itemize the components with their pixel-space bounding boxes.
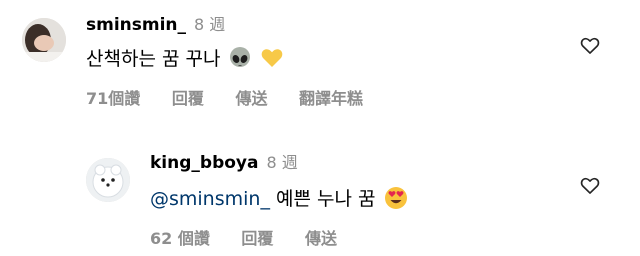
comment-body: 예쁜 누나 꿈 xyxy=(269,188,376,210)
heart-icon[interactable] xyxy=(580,176,600,196)
comment-reply: king_bboya 8 週 @sminsmin_ 예쁜 누나 꿈 62 個讚 回… xyxy=(0,140,640,256)
reply-button[interactable]: 回覆 xyxy=(241,229,273,248)
share-button[interactable]: 傳送 xyxy=(235,89,267,108)
avatar[interactable] xyxy=(86,158,130,202)
comment-actions: 71個讚 回覆 傳送 翻譯年糕 xyxy=(86,88,389,110)
yellow-heart-icon xyxy=(260,46,284,77)
avatar[interactable] xyxy=(22,18,66,62)
comment-text: @sminsmin_ 예쁜 누나 꿈 xyxy=(150,186,408,217)
alien-icon xyxy=(228,46,252,77)
mention-link[interactable]: @sminsmin_ xyxy=(150,188,270,210)
comment: sminsmin_ 8 週 산책하는 꿈 꾸나 71個讚 回覆 傳送 翻譯年糕 xyxy=(0,0,640,128)
likes-count[interactable]: 71個讚 xyxy=(86,89,140,108)
likes-count[interactable]: 62 個讚 xyxy=(150,229,210,248)
comment-actions: 62 個讚 回覆 傳送 xyxy=(150,228,363,250)
heart-eyes-icon xyxy=(384,186,408,217)
translate-button[interactable]: 翻譯年糕 xyxy=(299,89,363,108)
timestamp: 8 週 xyxy=(194,15,226,34)
comment-text: 산책하는 꿈 꾸나 xyxy=(86,46,284,77)
comment-body: 산책하는 꿈 꾸나 xyxy=(86,48,221,70)
timestamp: 8 週 xyxy=(266,153,298,172)
comment-header: sminsmin_ 8 週 xyxy=(86,14,225,36)
reply-button[interactable]: 回覆 xyxy=(172,89,204,108)
username[interactable]: sminsmin_ xyxy=(86,15,186,35)
heart-icon[interactable] xyxy=(580,36,600,56)
share-button[interactable]: 傳送 xyxy=(305,229,337,248)
comment-header: king_bboya 8 週 xyxy=(150,152,298,174)
username[interactable]: king_bboya xyxy=(150,153,258,173)
